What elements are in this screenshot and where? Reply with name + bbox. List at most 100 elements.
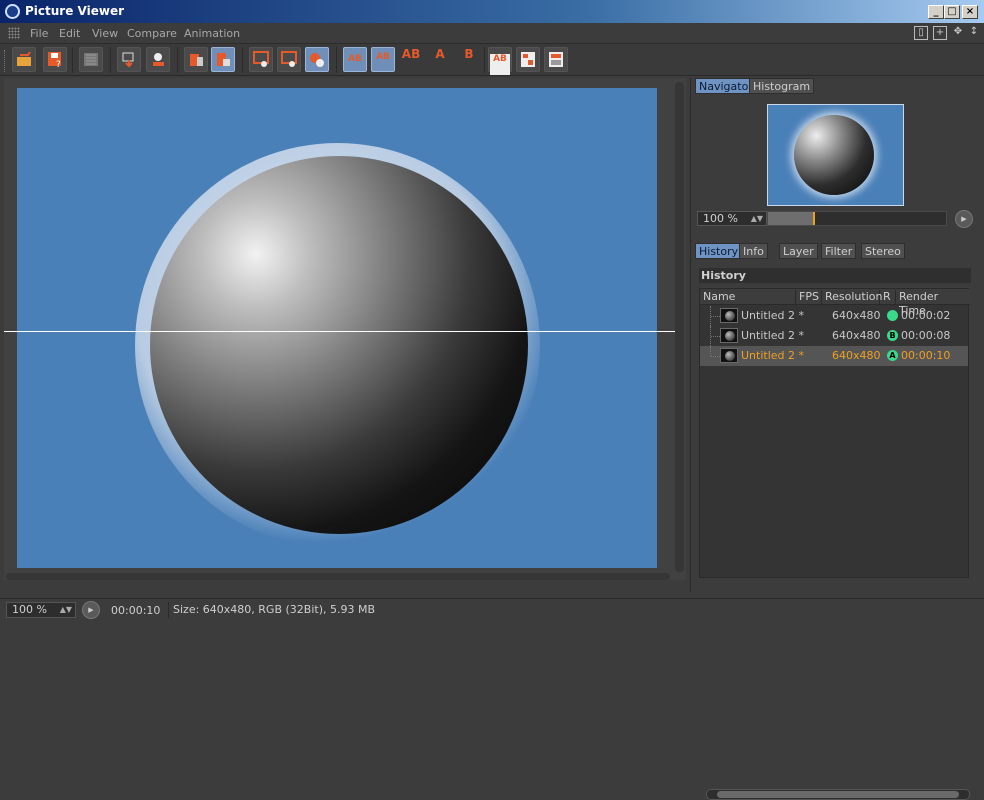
view-layer-button[interactable] bbox=[249, 47, 273, 72]
side-panel: Navigator Histogram 100 % ▲▼ ▶ History I… bbox=[690, 78, 980, 800]
zoom-slider-fill bbox=[768, 212, 813, 225]
view-single-button[interactable] bbox=[277, 47, 301, 72]
navigator-zoom-field[interactable]: 100 % ▲▼ bbox=[697, 211, 767, 226]
ab-vertical-button[interactable]: AB bbox=[488, 47, 512, 75]
tree-connector bbox=[710, 326, 720, 346]
zoom-slider-knob[interactable] bbox=[813, 212, 815, 225]
set-b-icon: B bbox=[464, 47, 474, 61]
menu-file[interactable]: File bbox=[30, 27, 48, 40]
toolbar: ? AB AB AB A B AB bbox=[0, 44, 984, 76]
save-as-button[interactable]: ? bbox=[43, 47, 67, 72]
history-scroll-thumb[interactable] bbox=[717, 791, 959, 798]
minimize-button[interactable]: _ bbox=[928, 5, 944, 19]
render-canvas[interactable] bbox=[17, 88, 657, 568]
render-settings-icon bbox=[84, 53, 98, 66]
cinema4d-logo-icon bbox=[5, 4, 20, 19]
history-row-resolution: 640x480 bbox=[832, 349, 881, 362]
viewport-vertical-scrollbar[interactable] bbox=[675, 82, 684, 572]
tab-info[interactable]: Info bbox=[739, 243, 768, 259]
history-row[interactable]: Untitled 2 * 640x480 00:00:02 bbox=[700, 306, 968, 326]
set-b-button[interactable]: B bbox=[457, 47, 481, 72]
menu-view[interactable]: View bbox=[92, 27, 118, 40]
menu-edit[interactable]: Edit bbox=[59, 27, 80, 40]
ab-vertical-icon: AB bbox=[490, 54, 510, 75]
history-row-resolution: 640x480 bbox=[832, 309, 881, 322]
ab-difference-button[interactable] bbox=[544, 47, 568, 72]
resize-arrows-icon[interactable]: ↕ bbox=[967, 26, 981, 40]
save-as-icon: ? bbox=[48, 52, 61, 68]
navigator-sphere-preview bbox=[794, 115, 874, 195]
ab-horizontal-button[interactable] bbox=[516, 47, 540, 72]
open-file-button[interactable] bbox=[12, 47, 36, 72]
set-a-icon: A bbox=[435, 47, 445, 61]
view-layer-icon bbox=[253, 51, 269, 67]
navigator-zoom-value: 100 % bbox=[703, 212, 738, 225]
toolbar-grip bbox=[4, 50, 7, 72]
tab-histogram[interactable]: Histogram bbox=[749, 78, 815, 94]
status-play-icon[interactable]: ▶ bbox=[82, 601, 100, 619]
ab-swap-button[interactable]: AB bbox=[399, 47, 423, 72]
tree-connector bbox=[710, 306, 720, 326]
history-row-name: Untitled 2 * bbox=[741, 349, 805, 362]
history-section-header: History bbox=[699, 268, 971, 283]
status-time: 00:00:10 bbox=[111, 604, 161, 617]
status-zoom-spinner-icon[interactable]: ▲▼ bbox=[60, 603, 72, 617]
svg-text:?: ? bbox=[56, 60, 61, 68]
tree-connector bbox=[710, 346, 720, 357]
export-button[interactable] bbox=[117, 47, 141, 72]
history-horizontal-scrollbar[interactable] bbox=[706, 789, 970, 800]
compare-ab-split-icon: AB bbox=[376, 52, 390, 62]
history-row-resolution: 640x480 bbox=[832, 329, 881, 342]
viewport-horizontal-scrollbar[interactable] bbox=[6, 573, 670, 580]
col-fps[interactable]: FPS bbox=[796, 290, 822, 304]
status-zoom-field[interactable]: 100 % ▲▼ bbox=[6, 602, 76, 618]
delete-all-button[interactable] bbox=[211, 47, 235, 72]
compare-ab-button[interactable]: AB bbox=[343, 47, 367, 72]
navigator-zoom-slider[interactable] bbox=[767, 211, 947, 226]
history-row-render-time: 00:00:02 bbox=[901, 309, 951, 322]
tab-layer[interactable]: Layer bbox=[779, 243, 818, 259]
new-panel-icon[interactable]: + bbox=[933, 26, 947, 40]
title-bar: Picture Viewer _ □ × bbox=[0, 0, 984, 23]
menu-compare[interactable]: Compare bbox=[127, 27, 177, 40]
image-viewport[interactable] bbox=[4, 78, 686, 580]
view-compare-button[interactable] bbox=[305, 47, 329, 72]
set-a-button[interactable]: A bbox=[428, 47, 452, 72]
menu-grip-icon[interactable] bbox=[8, 27, 20, 39]
render-settings-button[interactable] bbox=[79, 47, 103, 72]
compare-ab-split-button[interactable]: AB bbox=[371, 47, 395, 72]
navigator-play-icon[interactable]: ▶ bbox=[955, 210, 973, 228]
status-image-info: Size: 640x480, RGB (32Bit), 5.93 MB bbox=[168, 602, 375, 618]
history-row-name: Untitled 2 * bbox=[741, 329, 805, 342]
history-thumbnail bbox=[720, 308, 738, 323]
move-arrows-icon[interactable]: ✥ bbox=[951, 26, 965, 40]
history-row-selected[interactable]: Untitled 2 * 640x480 A 00:00:10 bbox=[700, 346, 968, 366]
tab-history[interactable]: History bbox=[695, 243, 743, 259]
window-title: Picture Viewer bbox=[25, 4, 125, 18]
tab-navigator[interactable]: Navigator bbox=[695, 78, 757, 94]
navigator-thumbnail[interactable] bbox=[767, 104, 904, 206]
menu-bar: File Edit View Compare Animation ▯ + ✥ ↕ bbox=[0, 23, 984, 44]
ab-difference-icon bbox=[549, 52, 563, 67]
compare-b-marker: B bbox=[887, 330, 898, 341]
menu-animation[interactable]: Animation bbox=[184, 27, 240, 40]
history-column-header: Name FPS Resolution R Render Time bbox=[700, 289, 970, 317]
tab-stereo[interactable]: Stereo bbox=[861, 243, 905, 259]
ab-swap-icon: AB bbox=[401, 47, 421, 61]
maximize-button[interactable]: □ bbox=[944, 5, 960, 19]
col-r[interactable]: R bbox=[880, 290, 896, 304]
ab-horizontal-icon bbox=[521, 52, 535, 67]
delete-image-button[interactable] bbox=[184, 47, 208, 72]
rendered-sphere bbox=[150, 156, 528, 534]
col-resolution[interactable]: Resolution bbox=[822, 290, 882, 304]
zoom-spinner-icon[interactable]: ▲▼ bbox=[751, 212, 763, 225]
delete-image-icon bbox=[190, 54, 203, 66]
col-name[interactable]: Name bbox=[700, 290, 796, 304]
close-button[interactable]: × bbox=[962, 5, 978, 19]
import-button[interactable] bbox=[146, 47, 170, 72]
history-row[interactable]: Untitled 2 * 640x480 B 00:00:08 bbox=[700, 326, 968, 346]
history-table: Name FPS Resolution R Render Time Untitl… bbox=[699, 288, 970, 800]
panel-layout-icon[interactable]: ▯ bbox=[914, 26, 928, 40]
tab-filter[interactable]: Filter bbox=[821, 243, 857, 259]
col-render-time[interactable]: Render Time bbox=[896, 290, 968, 317]
